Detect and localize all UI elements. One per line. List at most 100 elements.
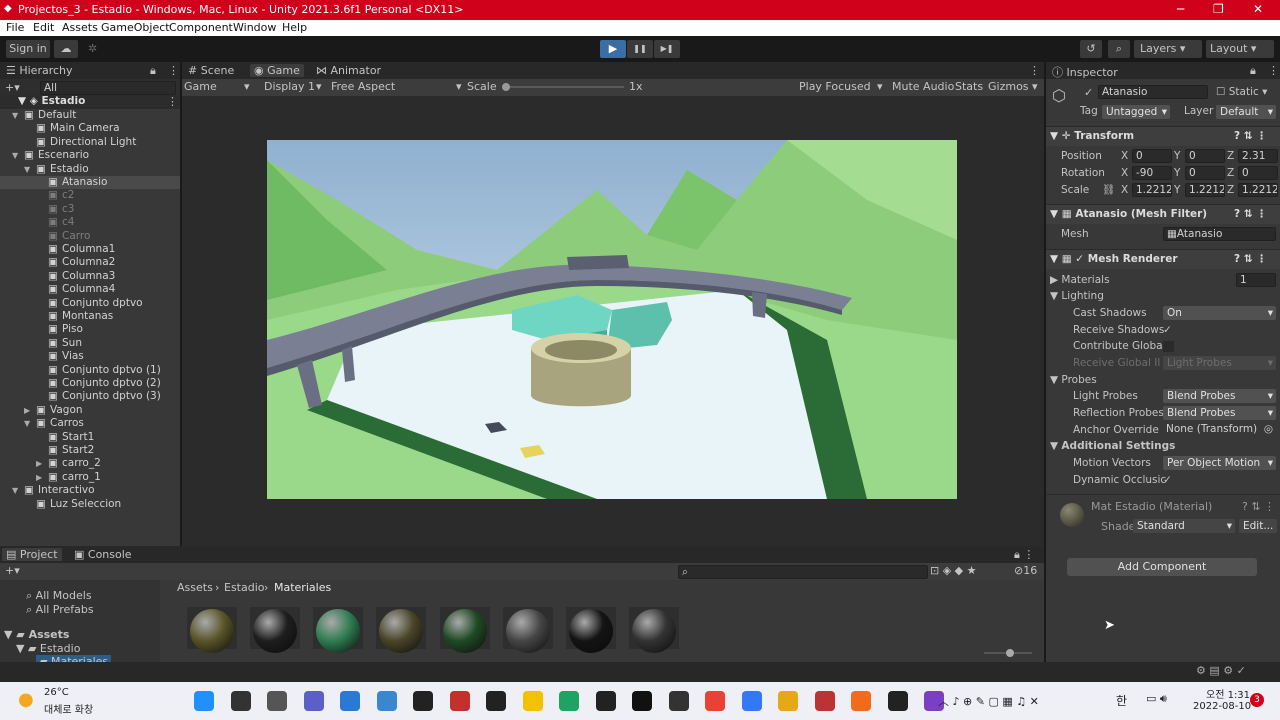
mute-audio-button[interactable]: Mute Audio: [892, 80, 954, 93]
hierarchy-row[interactable]: ▶ ▣ Vagon: [0, 404, 180, 417]
hierarchy-row[interactable]: ▼ ▣ Interactivo: [0, 484, 180, 497]
project-lock-icon[interactable]: 🔒︎ ⋮: [1014, 548, 1034, 562]
game-more-icon[interactable]: ⋮: [1029, 64, 1040, 77]
expand-arrow-icon[interactable]: ▶: [24, 404, 30, 417]
menu-gameobject[interactable]: GameObject: [101, 21, 170, 34]
hierarchy-row[interactable]: ▼ ▣ Default: [0, 109, 180, 122]
taskbar-app-icon[interactable]: [303, 691, 324, 711]
hierarchy-row[interactable]: ▣ Start2: [0, 444, 180, 457]
expand-arrow-icon[interactable]: ▼: [12, 109, 18, 122]
thumb-size-handle[interactable]: [1006, 649, 1014, 657]
rotation-z-field[interactable]: 0: [1238, 166, 1278, 180]
inspector-lock-icon[interactable]: 🔒︎: [1250, 64, 1256, 78]
hierarchy-row[interactable]: ▣ Conjunto dptvo: [0, 297, 180, 310]
anchor-field[interactable]: None (Transform) ◎: [1163, 423, 1276, 437]
scene-more-icon[interactable]: ⋮: [167, 95, 178, 108]
hierarchy-row[interactable]: ▣ c2: [0, 189, 180, 202]
taskbar-app-icon[interactable]: [887, 691, 908, 711]
meshrenderer-header[interactable]: ▼ ▦ ✓ Mesh Renderer? ⇅ ⋮: [1046, 249, 1280, 269]
hierarchy-row[interactable]: ▶ ▣ carro_2: [0, 457, 180, 470]
menu-help[interactable]: Help: [282, 21, 307, 34]
taskbar-app-icon[interactable]: [449, 691, 470, 711]
game-viewport[interactable]: [267, 140, 957, 499]
taskbar-app-icon[interactable]: [413, 691, 433, 711]
material-thumbnail[interactable]: [503, 607, 553, 653]
ime-indicator[interactable]: 한: [1116, 692, 1127, 709]
expand-arrow-icon[interactable]: ▼: [24, 163, 30, 176]
material-thumbnail[interactable]: [440, 607, 490, 653]
position-z-field[interactable]: 2.31: [1238, 149, 1278, 163]
gizmos-dropdown[interactable]: Gizmos ▾: [988, 80, 1038, 93]
play-focused-dropdown[interactable]: Play Focused ▾: [799, 80, 883, 93]
material-thumbnail[interactable]: [187, 607, 237, 653]
menu-window[interactable]: Window: [233, 21, 276, 34]
taskbar-app-icon[interactable]: [741, 691, 762, 711]
taskbar-app-icon[interactable]: [194, 691, 214, 711]
play-button[interactable]: ▶: [600, 40, 626, 58]
taskbar-app-icon[interactable]: [522, 691, 543, 711]
hierarchy-row[interactable]: ▣ Sun: [0, 337, 180, 350]
taskbar-app-icon[interactable]: [778, 691, 798, 711]
scene-row[interactable]: ▼ ◈ Estadio ⋮: [0, 95, 180, 109]
taskbar-app-icon[interactable]: [267, 691, 287, 711]
receive-shadows-checkbox[interactable]: ✓: [1163, 322, 1172, 338]
material-thumbnail[interactable]: [313, 607, 363, 653]
expand-arrow-icon[interactable]: ▶: [36, 471, 42, 484]
hierarchy-row[interactable]: ▣ Montanas: [0, 310, 180, 323]
materials-count[interactable]: 1: [1236, 273, 1276, 287]
menu-file[interactable]: File: [6, 21, 24, 34]
cast-shadows-dropdown[interactable]: On ▾: [1163, 306, 1276, 320]
taskbar-app-icon[interactable]: [486, 691, 506, 711]
hierarchy-search-input[interactable]: All: [40, 81, 176, 95]
taskbar-app-icon[interactable]: [340, 691, 360, 711]
light-probes-dropdown[interactable]: Blend Probes ▾: [1163, 389, 1276, 403]
hierarchy-row[interactable]: ▶ ▣ carro_1: [0, 471, 180, 484]
materials-row[interactable]: ▶ Materials 1: [1046, 272, 1280, 288]
probes-row[interactable]: ▼ Probes: [1046, 372, 1280, 388]
thumb-size-slider[interactable]: [984, 649, 1032, 657]
layers-dropdown[interactable]: Layers ▾: [1134, 40, 1202, 58]
lock-icon[interactable]: 🔒︎: [150, 64, 156, 78]
hierarchy-row[interactable]: ▣ Start1: [0, 431, 180, 444]
aspect-dropdown[interactable]: Free Aspect ▾: [331, 80, 462, 93]
hierarchy-row[interactable]: ▣ Columna1: [0, 243, 180, 256]
clock-date[interactable]: 2022-08-10: [1193, 701, 1251, 712]
project-add-icon[interactable]: +▾: [5, 564, 20, 577]
taskbar-app-icon[interactable]: [814, 691, 835, 711]
tag-dropdown[interactable]: Untagged ▾: [1102, 105, 1170, 119]
menu-component[interactable]: Component: [169, 21, 233, 34]
additional-row[interactable]: ▼ Additional Settings: [1046, 438, 1280, 454]
motion-dropdown[interactable]: Per Object Motion ▾: [1163, 456, 1276, 470]
expand-arrow-icon[interactable]: ▼: [24, 417, 30, 430]
hierarchy-row[interactable]: ▣ Piso: [0, 323, 180, 336]
layout-dropdown[interactable]: Layout ▾: [1206, 40, 1274, 58]
expand-arrow-icon[interactable]: ▼: [12, 484, 18, 497]
tab-project[interactable]: ▤ Project: [2, 548, 62, 561]
taskbar-app-icon[interactable]: [851, 691, 871, 711]
fav-all-models[interactable]: ⌕ All Models: [26, 589, 92, 603]
hierarchy-row[interactable]: ▣ Carro: [0, 230, 180, 243]
active-checkbox[interactable]: ✓: [1084, 86, 1093, 99]
tab-hierarchy[interactable]: ☰ Hierarchy: [6, 64, 73, 77]
hierarchy-row[interactable]: ▣ Columna4: [0, 283, 180, 296]
material-help-icon[interactable]: ? ⇅ ⋮: [1242, 500, 1275, 513]
shader-edit-button[interactable]: Edit...: [1239, 519, 1277, 533]
pause-button[interactable]: ❚❚: [627, 40, 653, 58]
reflection-probes-dropdown[interactable]: Blend Probes ▾: [1163, 406, 1276, 420]
collab-icon[interactable]: ✲: [88, 42, 97, 55]
position-x-field[interactable]: 0: [1132, 149, 1172, 163]
status-icons[interactable]: ⚙ ▤ ⚙ ✓: [1196, 664, 1246, 677]
estadio-folder[interactable]: ▼ ▰ Estadio: [16, 642, 80, 655]
material-thumbnail[interactable]: [566, 607, 616, 653]
hierarchy-row[interactable]: ▣ Conjunto dptvo (1): [0, 364, 180, 377]
network-sound-icons[interactable]: ▭ 🔊︎: [1146, 692, 1167, 706]
expand-arrow-icon[interactable]: ▼: [12, 149, 18, 162]
fav-all-prefabs[interactable]: ⌕ All Prefabs: [26, 603, 94, 617]
tab-animator[interactable]: ⋈ Animator: [316, 64, 381, 77]
position-y-field[interactable]: 0: [1185, 149, 1225, 163]
crumb-materiales[interactable]: Materiales: [274, 581, 331, 594]
hierarchy-row[interactable]: ▣ Main Camera: [0, 122, 180, 135]
hierarchy-row[interactable]: ▣ Columna3: [0, 270, 180, 283]
taskbar-app-icon[interactable]: [668, 691, 689, 711]
game-mode-dropdown[interactable]: Game ▾: [184, 80, 250, 93]
